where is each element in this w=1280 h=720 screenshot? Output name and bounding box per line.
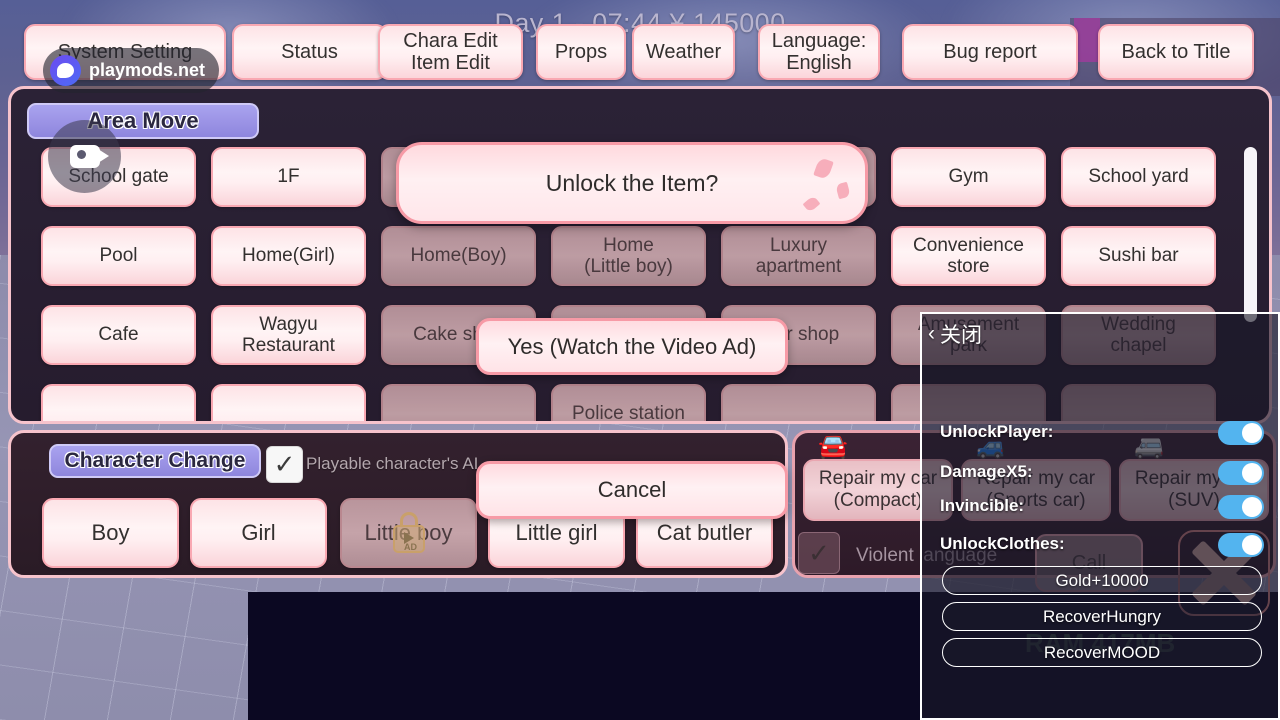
playable-character-ai-checkbox[interactable]: ✓ bbox=[266, 446, 303, 483]
area-button-wagyu-restaurant[interactable]: Wagyu Restaurant bbox=[211, 305, 366, 365]
cheat-toggle-row: UnlockPlayer: bbox=[940, 421, 1264, 452]
cancel-button[interactable]: Cancel bbox=[476, 461, 788, 519]
header-button-status[interactable]: Status bbox=[232, 24, 387, 80]
cheat-close-label: 关闭 bbox=[940, 324, 982, 347]
playmods-watermark: playmods.net bbox=[43, 48, 219, 93]
petal-decoration-icon bbox=[813, 157, 834, 180]
video-camera-icon[interactable] bbox=[48, 120, 121, 193]
cheat-toggle-label-unlockclothes: UnlockClothes: bbox=[940, 534, 1065, 553]
area-button-sushi-bar[interactable]: Sushi bar bbox=[1061, 226, 1216, 286]
area-button-home-boy[interactable]: Home(Boy) bbox=[381, 226, 536, 286]
area-button-police-station[interactable]: Police station bbox=[551, 384, 706, 421]
watch-video-ad-button[interactable]: Yes (Watch the Video Ad) bbox=[476, 318, 788, 375]
header-button-back-to-title[interactable]: Back to Title bbox=[1098, 24, 1254, 80]
area-button-school-yard[interactable]: School yard bbox=[1061, 147, 1216, 207]
petal-decoration-icon bbox=[835, 181, 851, 200]
cheat-button-recovermood[interactable]: RecoverMOOD bbox=[942, 638, 1262, 667]
cheat-toggle-row: UnlockClothes: bbox=[940, 533, 1264, 564]
cheat-toggle-switch-damagex5[interactable] bbox=[1218, 461, 1264, 485]
character-button-boy[interactable]: Boy bbox=[42, 498, 179, 568]
cheat-toggle-switch-unlockclothes[interactable] bbox=[1218, 533, 1264, 557]
cheat-toggle-label-damagex5: DamageX5: bbox=[940, 462, 1033, 481]
playmods-watermark-text: playmods.net bbox=[89, 60, 206, 80]
area-button[interactable] bbox=[721, 384, 876, 421]
character-button-girl[interactable]: Girl bbox=[190, 498, 327, 568]
header-button-bug-report[interactable]: Bug report bbox=[902, 24, 1078, 80]
area-button-gym[interactable]: Gym bbox=[891, 147, 1046, 207]
petal-decoration-icon bbox=[802, 195, 821, 213]
cheat-menu-panel: UnlockPlayer: DamageX5: Invincible: UnlockC… bbox=[920, 312, 1280, 720]
area-button[interactable] bbox=[211, 384, 366, 421]
cheat-toggle-switch-invincible[interactable] bbox=[1218, 495, 1264, 519]
cheat-toggle-label-invincible: Invincible: bbox=[940, 496, 1025, 515]
area-scrollbar[interactable] bbox=[1244, 147, 1257, 322]
character-change-title: Character Change bbox=[49, 444, 261, 478]
header-button-chara-edit[interactable]: Chara Edit Item Edit bbox=[378, 24, 523, 80]
area-button-luxury-apartment[interactable]: Luxury apartment bbox=[721, 226, 876, 286]
chevron-left-icon: ‹ bbox=[928, 322, 935, 345]
area-button-pool[interactable]: Pool bbox=[41, 226, 196, 286]
area-button-cafe[interactable]: Cafe bbox=[41, 305, 196, 365]
header-button-weather[interactable]: Weather bbox=[632, 24, 735, 80]
violent-language-checkbox[interactable]: ✓ bbox=[798, 532, 840, 574]
cheat-toggle-switch-unlockplayer[interactable] bbox=[1218, 421, 1264, 445]
character-button-little-boy[interactable]: Little boy bbox=[340, 498, 477, 568]
cheat-toggle-row: Invincible: bbox=[940, 495, 1264, 526]
header-button-language[interactable]: Language: English bbox=[758, 24, 880, 80]
header-button-props[interactable]: Props bbox=[536, 24, 626, 80]
cheat-toggle-row: DamageX5: bbox=[940, 461, 1264, 492]
area-button-1f[interactable]: 1F bbox=[211, 147, 366, 207]
car-icon: 🚘 bbox=[818, 433, 848, 460]
unlock-item-modal-title: Unlock the Item? bbox=[396, 142, 868, 224]
cheat-button-gold-10000[interactable]: Gold+10000 bbox=[942, 566, 1262, 595]
playable-character-ai-label: Playable character's AI bbox=[306, 454, 479, 473]
playmods-logo-icon bbox=[50, 55, 81, 86]
area-button[interactable] bbox=[381, 384, 536, 421]
modal-title-text: Unlock the Item? bbox=[545, 169, 719, 196]
area-button-home-girl[interactable]: Home(Girl) bbox=[211, 226, 366, 286]
cheat-toggle-label-unlockplayer: UnlockPlayer: bbox=[940, 422, 1054, 441]
area-row: Pool Home(Girl) Home(Boy) Home (Little boy)… bbox=[41, 226, 1253, 288]
area-button[interactable] bbox=[41, 384, 196, 421]
cheat-close-button[interactable]: ‹ 关闭 bbox=[928, 320, 982, 348]
area-button-home-little-boy[interactable]: Home (Little boy) bbox=[551, 226, 706, 286]
area-button-convenience-store[interactable]: Convenience store bbox=[891, 226, 1046, 286]
cheat-button-recoverhungry[interactable]: RecoverHungry bbox=[942, 602, 1262, 631]
